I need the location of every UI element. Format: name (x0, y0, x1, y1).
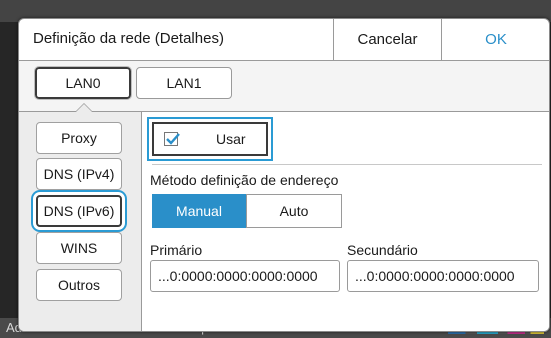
primary-dns-field[interactable]: ...0:0000:0000:0000:0000 (150, 260, 340, 292)
tab-lan1[interactable]: LAN1 (136, 67, 232, 99)
lan-tabs: LAN0 LAN1 (19, 61, 549, 111)
primary-label: Primário (150, 242, 203, 258)
section-divider (152, 164, 542, 165)
tab-pointer-caret (75, 103, 93, 112)
secondary-label: Secundário (347, 242, 418, 258)
dialog-header: Definição da rede (Detalhes) Cancelar OK (19, 19, 549, 61)
method-auto-button[interactable]: Auto (246, 194, 342, 228)
sidebar-item-proxy[interactable]: Proxy (36, 122, 122, 154)
cancel-button[interactable]: Cancelar (333, 19, 441, 60)
method-manual-button[interactable]: Manual (152, 194, 246, 228)
use-toggle-button[interactable]: Usar (152, 122, 268, 156)
use-label: Usar (216, 131, 246, 147)
network-details-dialog: Definição da rede (Detalhes) Cancelar OK… (18, 18, 550, 332)
sidebar-item-dns-ipv6[interactable]: DNS (IPv6) (36, 195, 122, 227)
dialog-title: Definição da rede (Detalhes) (33, 30, 224, 47)
sidebar-item-wins[interactable]: WINS (36, 232, 122, 264)
secondary-dns-field[interactable]: ...0:0000:0000:0000:0000 (347, 260, 539, 292)
dns-ipv6-panel: Usar Método definição de endereço Manual… (141, 111, 549, 331)
sidebar-item-dns-ipv4[interactable]: DNS (IPv4) (36, 158, 122, 190)
sidebar-item-outros[interactable]: Outros (36, 269, 122, 301)
tab-lan0[interactable]: LAN0 (34, 66, 132, 100)
ok-button[interactable]: OK (441, 19, 549, 60)
address-method-label: Método definição de endereço (150, 172, 339, 188)
settings-sidebar: Proxy DNS (IPv4) DNS (IPv6) WINS Outros (19, 111, 141, 331)
checkbox-checked-icon (164, 132, 180, 146)
